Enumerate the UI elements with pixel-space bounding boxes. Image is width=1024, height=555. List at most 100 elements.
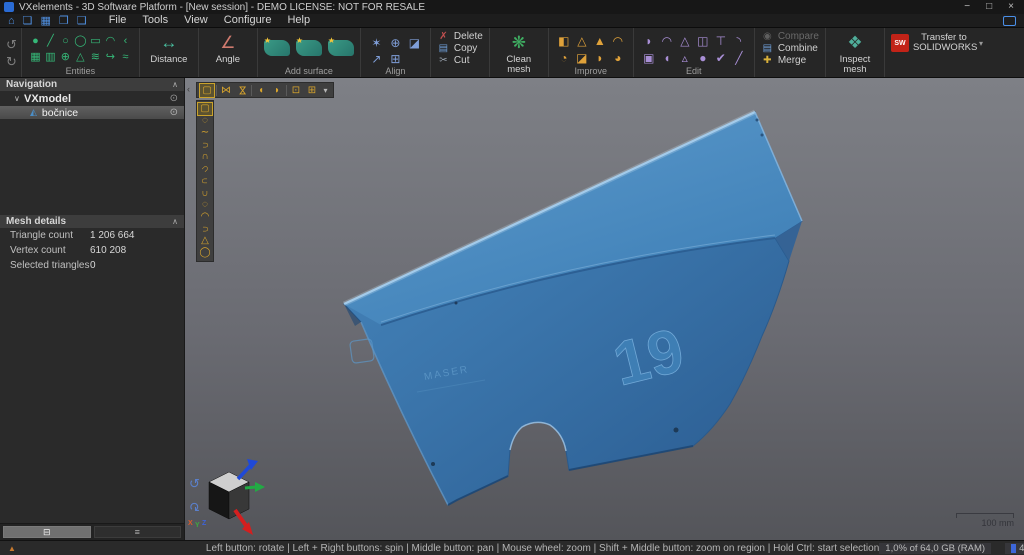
brush-selection-4-icon[interactable]: ∩: [199, 174, 211, 188]
select-visible-icon[interactable]: ⋈: [236, 83, 249, 97]
rotate-view-down-icon[interactable]: ↺: [189, 499, 200, 514]
viewport-3d[interactable]: 19 MASER: [185, 78, 1024, 540]
list-view-tab[interactable]: ≡: [94, 526, 182, 538]
flip-region-icon[interactable]: ◖: [663, 51, 670, 65]
rotate-selection-left-icon[interactable]: ◖: [254, 84, 268, 97]
save-session-icon[interactable]: ▦: [41, 15, 51, 27]
optimize-mesh-icon[interactable]: ◕: [614, 51, 621, 65]
plane-entity-icon[interactable]: ▦: [30, 51, 40, 63]
feedback-icon[interactable]: [1003, 16, 1016, 26]
compare-button[interactable]: ◉ Compare: [761, 31, 819, 42]
minimize-button[interactable]: −: [964, 1, 970, 13]
brush-selection-icon[interactable]: ∩: [199, 138, 211, 152]
menu-configure[interactable]: Configure: [216, 14, 280, 27]
menu-tools[interactable]: Tools: [134, 14, 176, 27]
brush-selection-5-icon[interactable]: ∩: [198, 187, 212, 199]
rectangle-selection-icon[interactable]: ▢: [198, 103, 212, 115]
tree-node-mesh[interactable]: ◭ bočnice ⊙: [0, 106, 184, 119]
add-surface-plane-icon[interactable]: ★: [264, 40, 290, 56]
home-icon[interactable]: ⌂: [8, 15, 15, 27]
cut-button[interactable]: ✂ Cut: [437, 55, 483, 66]
selection-options-dropdown[interactable]: ▾: [321, 84, 330, 97]
clear-selection-icon[interactable]: ⊞: [305, 84, 319, 97]
freeform-selection-icon[interactable]: ◌: [198, 115, 212, 127]
waterproof-icon[interactable]: ●: [699, 51, 706, 65]
polyline-entity-icon[interactable]: ‹: [124, 35, 128, 47]
bridge-icon[interactable]: ⊤: [716, 34, 726, 48]
distance-button[interactable]: ↔ Distance: [146, 31, 192, 66]
freeform-entity-icon[interactable]: ≈: [122, 51, 128, 63]
decimate-icon[interactable]: ▲: [594, 34, 606, 48]
best-fit-align-icon[interactable]: ✶: [371, 36, 381, 50]
sketch-line-icon[interactable]: ╱: [735, 51, 742, 65]
validate-mesh-icon[interactable]: ✔: [716, 51, 726, 65]
clean-mesh-button[interactable]: ❋ Clean mesh: [496, 31, 542, 66]
line-entity-icon[interactable]: ╱: [47, 35, 54, 47]
visibility-eye-icon[interactable]: ⊙: [170, 93, 178, 104]
arc-entity-icon[interactable]: ◠: [106, 35, 116, 47]
plane-align-icon[interactable]: ◪: [409, 36, 420, 50]
inspect-mesh-button[interactable]: ❖ Inspect mesh: [832, 31, 878, 66]
delete-button[interactable]: ✗ Delete: [437, 31, 483, 42]
select-through-icon[interactable]: ⋈: [219, 84, 233, 97]
navigation-header[interactable]: Navigation ∧: [0, 78, 184, 91]
tree-node-vxmodel[interactable]: ∨ VXmodel ⊙: [0, 91, 184, 106]
pipe-entity-icon[interactable]: ↪: [106, 51, 115, 63]
select-all-icon[interactable]: ⊡: [289, 84, 303, 97]
smooth-region-icon[interactable]: ◗: [645, 34, 652, 48]
remesh-icon[interactable]: ◪: [576, 51, 587, 65]
separator[interactable]: [286, 85, 287, 96]
toolbar-collapse-icon[interactable]: ‹: [187, 84, 190, 94]
fill-arch-icon[interactable]: ◝: [736, 34, 741, 48]
extend-mesh-icon[interactable]: ◠: [662, 34, 672, 48]
undo-icon[interactable]: ↺: [6, 38, 17, 51]
add-surface-fill-icon[interactable]: ★: [296, 40, 322, 56]
remove-spikes-icon[interactable]: △: [577, 34, 586, 48]
close-button[interactable]: ×: [1008, 1, 1014, 13]
expander-icon[interactable]: ∨: [14, 94, 24, 103]
copy-button[interactable]: ▤ Copy: [437, 43, 483, 54]
menu-view[interactable]: View: [176, 14, 216, 27]
circle-entity-icon[interactable]: ○: [62, 35, 69, 47]
menu-help[interactable]: Help: [279, 14, 318, 27]
menu-file[interactable]: File: [101, 14, 135, 27]
fill-holes-icon[interactable]: ◧: [558, 34, 569, 48]
point-entity-icon[interactable]: ●: [32, 35, 39, 47]
axes-align-icon[interactable]: ⊕: [390, 36, 400, 50]
combine-button[interactable]: ▤ Combine: [761, 43, 819, 54]
tree-view-tab[interactable]: ⊟: [3, 526, 91, 538]
rectangle-entity-icon[interactable]: ▭: [90, 35, 100, 47]
orientation-cube[interactable]: [209, 459, 265, 535]
target-align-icon[interactable]: ↗: [371, 52, 381, 66]
cut-plane-icon[interactable]: ◫: [697, 34, 708, 48]
dotted-curve-selection-icon[interactable]: ◌: [198, 199, 212, 211]
cone-entity-icon[interactable]: △: [76, 51, 84, 63]
angle-button[interactable]: ∠ Angle: [205, 31, 251, 66]
triangle-selection-icon[interactable]: △: [198, 235, 212, 247]
transfer-dropdown-icon[interactable]: ▾: [979, 39, 983, 48]
slab-entity-icon[interactable]: ≋: [91, 51, 100, 63]
import-session-icon[interactable]: ❑: [77, 15, 87, 27]
merge-button[interactable]: ✚ Merge: [761, 55, 819, 66]
backface-selection-icon[interactable]: ∩: [199, 222, 211, 236]
separator[interactable]: [251, 85, 252, 96]
new-session-icon[interactable]: ❏: [23, 15, 33, 27]
mesh-details-header[interactable]: Mesh details ∧: [0, 215, 184, 228]
edit-triangles-icon[interactable]: △: [680, 34, 689, 48]
rotate-view-up-icon[interactable]: ↺: [189, 476, 200, 491]
separator[interactable]: [216, 85, 217, 96]
collapse-icon[interactable]: ∧: [172, 217, 178, 226]
grid-entity-icon[interactable]: ▥: [45, 51, 55, 63]
defeature-icon[interactable]: ◔: [560, 51, 567, 65]
visibility-eye-icon[interactable]: ⊙: [170, 107, 178, 118]
redo-icon[interactable]: ↻: [6, 55, 17, 68]
connected-region-selection-icon[interactable]: ◯: [198, 247, 212, 259]
ellipse-entity-icon[interactable]: ◯: [74, 35, 86, 47]
sphere-entity-icon[interactable]: ⊕: [61, 51, 70, 63]
origin-align-icon[interactable]: ⊞: [390, 52, 400, 66]
rotate-selection-right-icon[interactable]: ◗: [270, 84, 284, 97]
collapse-icon[interactable]: ∧: [172, 80, 178, 89]
marquee-selection-icon[interactable]: ▢: [200, 84, 214, 97]
open-session-icon[interactable]: ❐: [59, 15, 69, 27]
maximize-button[interactable]: □: [986, 1, 992, 13]
